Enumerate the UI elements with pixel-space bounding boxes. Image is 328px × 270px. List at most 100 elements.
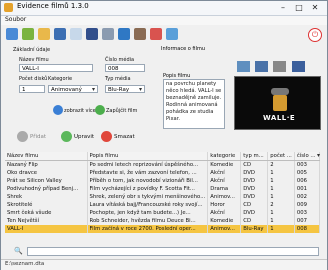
name-input[interactable]: VALL-I [19, 64, 93, 72]
lend-icon[interactable] [95, 105, 105, 115]
app-icon [4, 3, 13, 12]
album-icon[interactable] [255, 61, 268, 72]
count-input[interactable]: 1 [19, 85, 45, 93]
palette-icon[interactable] [150, 28, 162, 40]
table-cell: Podivuhodný případ Benj... [5, 185, 88, 193]
notes-icon[interactable] [70, 28, 82, 40]
table-cell: Pochopte, jen když tam budete...) Je... [87, 209, 209, 217]
delete-button[interactable]: Smazat [114, 134, 135, 140]
column-header[interactable]: Popis filmu [87, 152, 209, 161]
category-label: Kategorie [48, 76, 73, 82]
table-cell: DVD [240, 185, 269, 193]
table-cell: 001 [294, 185, 320, 193]
table-row[interactable]: Ten Největší Rob Schneider, hvězda filmu … [5, 217, 322, 225]
table-header: Název filmu Popis filmu kategorie typ m.… [5, 152, 322, 161]
books-icon[interactable] [118, 28, 130, 40]
column-header[interactable]: kategorie [207, 152, 242, 161]
table-cell: 1 [267, 209, 295, 217]
table-cell: Ten Největší [5, 217, 88, 225]
settings-icon[interactable] [102, 28, 114, 40]
table-cell: Smrt čeká všude [5, 209, 88, 217]
film-cover-image: WALL·E [234, 76, 321, 130]
lend-link[interactable]: Zapůjčit film [106, 108, 137, 114]
film-icon[interactable] [292, 61, 305, 72]
close-icon[interactable]: ✕ [309, 2, 321, 13]
cover-robot-body [273, 95, 287, 111]
toolbar: ⏻ [1, 27, 327, 43]
table-cell: Oko dravce [5, 169, 88, 177]
show-more-icon[interactable] [53, 105, 63, 115]
film-info-title: Informace o filmu [161, 46, 206, 52]
add-icon[interactable] [17, 131, 28, 142]
minimize-icon[interactable]: – [277, 2, 289, 13]
table-row[interactable]: Smrt čeká všude Pochopte, jen když tam bu… [5, 209, 322, 217]
title-bar: Evidence filmů 1.3.0 – □ ✕ [1, 1, 327, 16]
edit-film-icon[interactable] [22, 28, 34, 40]
table-cell: Představte si, že vám zazvoní telefon, .… [87, 169, 209, 177]
menu-file[interactable]: Soubor [5, 16, 26, 23]
table-cell: Blu-Ray [240, 225, 269, 233]
table-cell: Animov... [207, 225, 242, 233]
table-row[interactable]: Prát se Silicon Valley Příběh o tom, jak … [5, 177, 322, 185]
table-cell: Film začíná v roce 2700. Poslední oper..… [87, 225, 209, 233]
status-file-path: E:\seznam.dta [5, 261, 45, 267]
edit-button[interactable]: Upravit [74, 134, 94, 140]
open-folder-icon[interactable] [38, 28, 50, 40]
table-cell: Shrek, zelený obr s tykvými menšinového.… [87, 193, 209, 201]
film-table: Název filmu Popis filmu kategorie typ m.… [5, 152, 322, 233]
video-icon[interactable] [86, 28, 98, 40]
table-cell: 003 [294, 160, 320, 169]
table-cell: 2 [267, 201, 295, 209]
category-select[interactable]: Animovaný [48, 85, 98, 93]
name-label: Název filmu [19, 57, 49, 63]
table-cell: 007 [294, 217, 320, 225]
add-film-icon[interactable] [6, 28, 18, 40]
table-cell: Film vycházející z povídky F. Scotta Fit… [87, 185, 209, 193]
table-row[interactable]: VALL-I Film začíná v roce 2700. Poslední … [5, 225, 322, 233]
table-cell: Animov... [207, 193, 242, 201]
table-cell: DVD [240, 169, 269, 177]
media-select[interactable]: Blu-Ray [105, 85, 145, 93]
search-input[interactable] [27, 247, 319, 256]
tools-icon[interactable] [273, 61, 286, 72]
table-cell: 002 [294, 193, 320, 201]
delete-icon[interactable] [101, 131, 112, 142]
table-cell: 1 [267, 177, 295, 185]
menu-bar: Soubor [1, 16, 327, 25]
table-cell: CD [240, 201, 269, 209]
tool-icon[interactable] [134, 28, 146, 40]
table-cell: Prát se Silicon Valley [5, 177, 88, 185]
number-label: Číslo média [105, 57, 135, 63]
edit-icon[interactable] [61, 131, 72, 142]
media-value: Blu-Ray [108, 87, 130, 93]
table-cell: CD [240, 160, 269, 169]
table-row[interactable]: Shrek Shrek, zelený obr s tykvými menšino… [5, 193, 322, 201]
column-header[interactable]: číslo ... [294, 152, 320, 161]
column-header[interactable]: Název filmu [5, 152, 88, 161]
save-icon[interactable] [54, 28, 66, 40]
description-textarea[interactable]: na povrchu planety něco hledá. VALL-I se… [163, 79, 225, 129]
show-more-link[interactable]: zobrazit více [64, 108, 96, 114]
table-row[interactable]: Skrotitelé Laura vításká bajj/Francouzské… [5, 201, 322, 209]
help-icon[interactable] [166, 28, 178, 40]
table-cell: Laura vításká bajj/Francouzské roky svoj… [87, 201, 209, 209]
maximize-icon[interactable]: □ [293, 2, 305, 13]
table-cell: Skrotitelé [5, 201, 88, 209]
app-window: Evidence filmů 1.3.0 – □ ✕ Soubor ⏻ Zákl… [0, 0, 328, 270]
add-button[interactable]: Přidat [30, 134, 46, 140]
number-input[interactable]: 008 [105, 64, 145, 72]
power-icon[interactable]: ⏻ [308, 28, 322, 42]
count-label: Počet disků [19, 76, 48, 82]
table-cell: Drama [207, 185, 242, 193]
table-row[interactable]: Podivuhodný případ Benj... Film vycházejí… [5, 185, 322, 193]
table-cell: VALL-I [5, 225, 88, 233]
table-cell: Komedie [207, 217, 242, 225]
folder-icon[interactable] [237, 61, 250, 72]
table-cell: Horor [207, 201, 242, 209]
table-row[interactable]: Nazaný Flip Po sedmi letech reprizování ú… [5, 160, 322, 169]
table-row[interactable]: Oko dravce Představte si, že vám zazvoní … [5, 169, 322, 177]
column-header[interactable]: počet ... [267, 152, 295, 161]
column-header[interactable]: typ m... [240, 152, 269, 161]
table-cell: CD [240, 217, 269, 225]
window-title: Evidence filmů 1.3.0 [17, 2, 89, 10]
